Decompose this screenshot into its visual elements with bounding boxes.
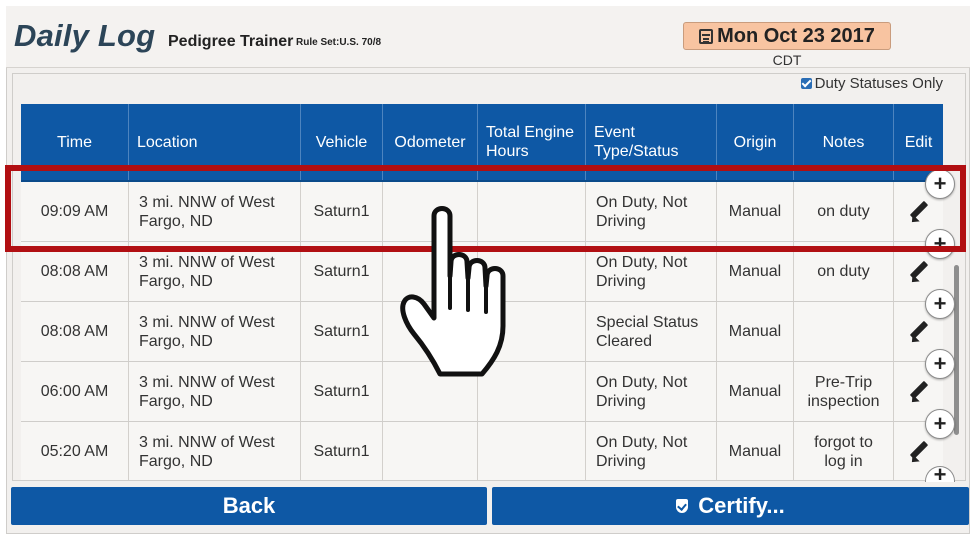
- user-name: Pedigree Trainer: [168, 33, 294, 50]
- certify-label: Certify...: [698, 493, 785, 518]
- cell-engine-hours: [478, 422, 586, 480]
- cell-location: 3 mi. NNW of West Fargo, ND: [129, 362, 301, 421]
- table-row[interactable]: 05:20 AM 3 mi. NNW of West Fargo, ND Sat…: [21, 422, 943, 480]
- shield-check-icon: [676, 499, 689, 513]
- certify-button[interactable]: Certify...: [492, 487, 969, 525]
- cell-vehicle: Saturn1: [301, 302, 383, 361]
- cell-location: 3 mi. NNW of West Fargo, ND: [129, 422, 301, 480]
- cell-time: 05:20 AM: [21, 422, 129, 480]
- cell-notes: [794, 302, 894, 361]
- rule-set: Rule Set:U.S. 70/8: [296, 37, 382, 48]
- cell-notes: forgot to log in: [794, 422, 894, 480]
- hand-pointer-icon: [400, 206, 506, 377]
- duty-status-filter[interactable]: Duty Statuses Only: [800, 75, 943, 92]
- cell-time: 08:08 AM: [21, 302, 129, 361]
- pencil-icon: [908, 441, 930, 463]
- cell-event: Special Status Cleared: [586, 302, 717, 361]
- date-selector[interactable]: Mon Oct 23 2017: [683, 22, 891, 50]
- cell-origin: Manual: [717, 362, 794, 421]
- page-title: Daily Log: [14, 18, 156, 53]
- cell-vehicle: Saturn1: [301, 362, 383, 421]
- cell-location: 3 mi. NNW of West Fargo, ND: [129, 302, 301, 361]
- insert-event-button[interactable]: +: [925, 349, 955, 379]
- date-text: Mon Oct 23 2017: [717, 24, 875, 47]
- checkbox-icon[interactable]: [800, 78, 812, 89]
- cell-origin: Manual: [717, 422, 794, 480]
- insert-event-button[interactable]: +: [925, 289, 955, 319]
- pencil-icon: [908, 381, 930, 403]
- header: Daily Log Pedigree Trainer Rule Set:U.S.…: [6, 6, 970, 68]
- cell-event: On Duty, Not Driving: [586, 362, 717, 421]
- timezone: CDT: [772, 52, 802, 68]
- calendar-icon: [699, 28, 714, 44]
- pencil-icon: [908, 321, 930, 343]
- cell-origin: Manual: [717, 302, 794, 361]
- table-scrollbar[interactable]: [954, 265, 959, 435]
- insert-event-button[interactable]: +: [925, 409, 955, 439]
- pencil-icon: [908, 261, 930, 283]
- back-button[interactable]: Back: [11, 487, 487, 525]
- cell-notes: Pre-Trip inspection: [794, 362, 894, 421]
- back-label: Back: [222, 493, 276, 518]
- cell-odometer: [383, 422, 478, 480]
- cell-time: 06:00 AM: [21, 362, 129, 421]
- cell-vehicle: Saturn1: [301, 422, 383, 480]
- filter-label: Duty Statuses Only: [814, 75, 943, 92]
- cell-event: On Duty, Not Driving: [586, 422, 717, 480]
